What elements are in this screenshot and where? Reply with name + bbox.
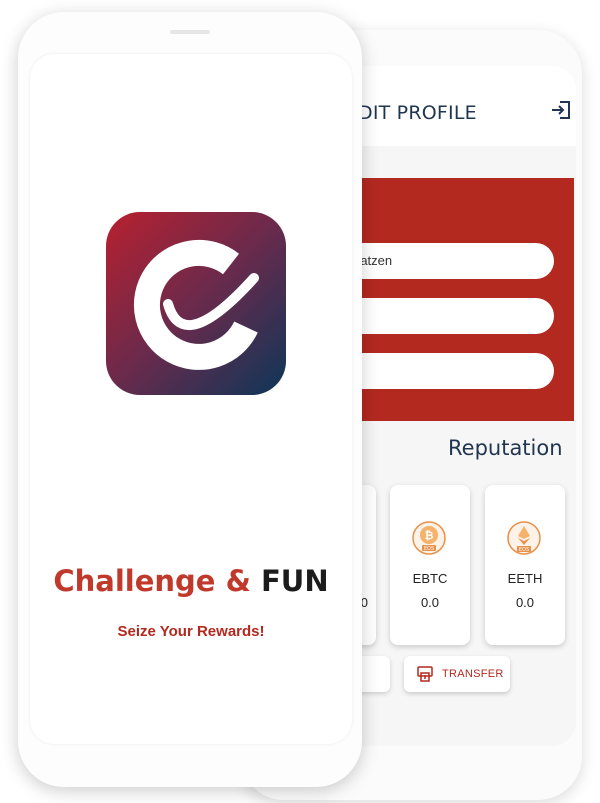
eeth-label: EETH: [507, 571, 543, 586]
tagline: Seize Your Rewards!: [117, 623, 265, 640]
headline: Challenge & FUN: [30, 564, 352, 598]
page-title: DIT PROFILE: [358, 102, 477, 124]
check-logo-icon: [133, 239, 259, 370]
reputation-heading: Reputation: [448, 436, 563, 460]
front-phone-frame: Challenge & FUN Seize Your Rewards!: [18, 12, 362, 787]
svg-text:EOS: EOS: [424, 546, 434, 552]
ebtc-coin-icon: ₿ EOS: [412, 521, 446, 555]
ebtc-label: EBTC: [412, 571, 448, 586]
atm-icon: [417, 666, 433, 682]
headline-part-1: Challenge &: [53, 564, 251, 598]
eeth-coin-icon: EOS: [507, 521, 541, 555]
logout-icon[interactable]: [550, 99, 572, 121]
ebtc-card: ₿ EOS EBTC 0.0: [390, 485, 470, 645]
splash-screen: Challenge & FUN Seize Your Rewards!: [30, 54, 352, 744]
svg-text:₿: ₿: [425, 529, 434, 542]
phone-speaker: [170, 30, 210, 34]
eeth-value: 0.0: [515, 595, 535, 610]
app-logo: [106, 212, 286, 395]
eeth-card: EOS EETH 0.0: [485, 485, 565, 645]
transfer-button[interactable]: TRANSFER: [404, 656, 510, 692]
ebtc-value: 0.0: [420, 595, 440, 610]
svg-text:EOS: EOS: [519, 547, 529, 553]
transfer-label: TRANSFER: [442, 668, 504, 680]
headline-part-2: FUN: [260, 564, 329, 598]
